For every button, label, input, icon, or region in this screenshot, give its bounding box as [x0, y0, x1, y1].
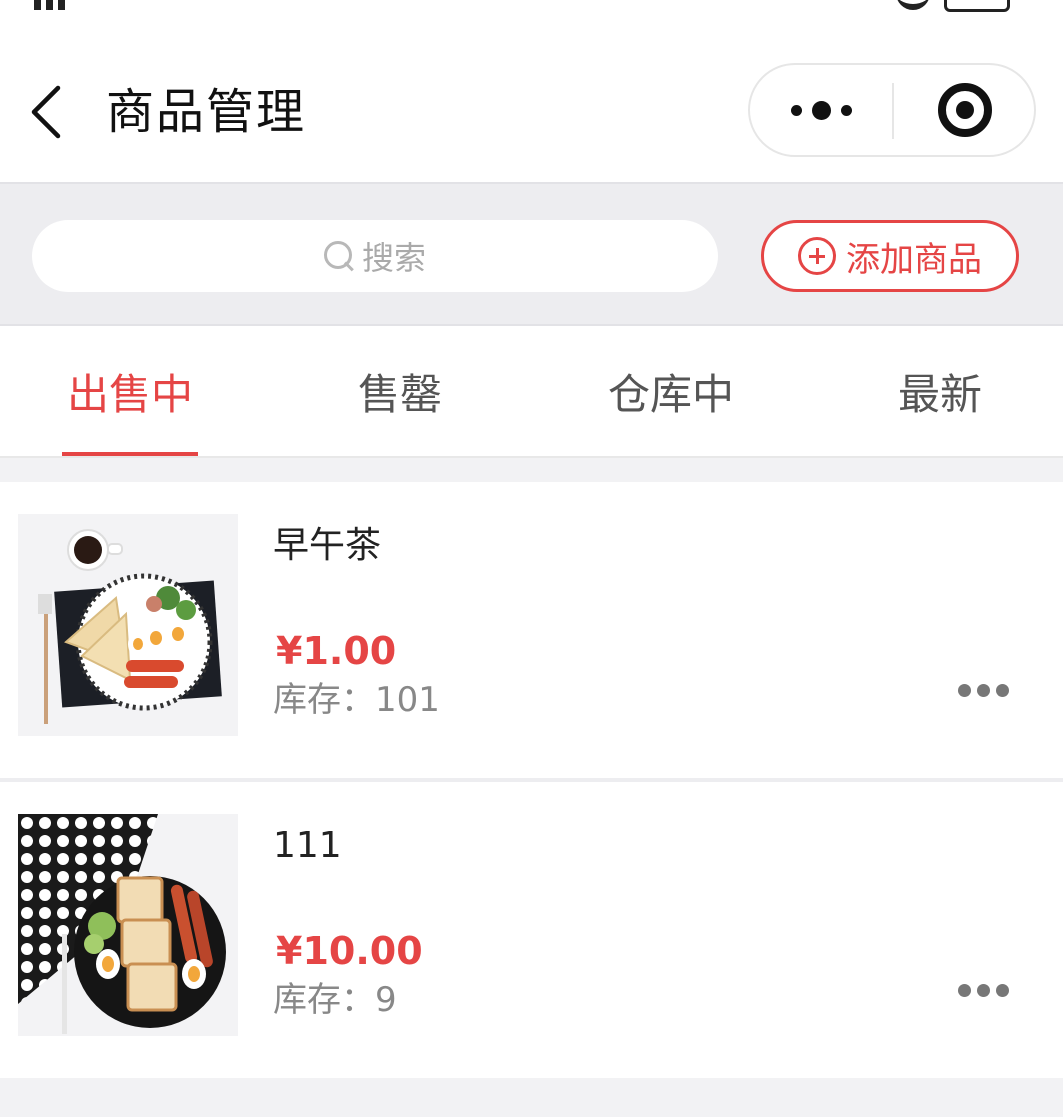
plus-circle-icon	[798, 237, 836, 275]
product-item[interactable]: 早午茶 ¥1.00 库存：101	[0, 482, 1063, 780]
tab-label: 仓库中	[607, 369, 734, 419]
tab-label: 出售中	[66, 369, 193, 419]
list-gap	[0, 458, 1063, 482]
product-image	[18, 514, 238, 736]
status-tabs: 出售中 售罄 仓库中 最新	[0, 326, 1063, 458]
signal-icon	[34, 0, 65, 10]
ellipsis-dot	[958, 683, 971, 697]
add-product-label: 添加商品	[846, 239, 982, 280]
product-stock: 库存：9	[273, 978, 397, 1022]
mini-program-capsule	[748, 63, 1036, 157]
product-image	[18, 814, 238, 1036]
search-input[interactable]: 搜索	[32, 220, 718, 292]
stock-value: 9	[375, 980, 397, 1020]
chevron-left-icon	[31, 85, 61, 139]
back-button[interactable]	[28, 84, 68, 140]
product-name: 111	[273, 825, 342, 866]
product-price: ¥10.00	[276, 929, 423, 973]
capsule-close-button[interactable]	[894, 65, 1036, 155]
product-stock: 库存：101	[273, 678, 440, 722]
ellipsis-icon[interactable]	[958, 680, 1010, 700]
add-product-button[interactable]: 添加商品	[761, 220, 1019, 292]
more-dots-icon-right	[840, 104, 852, 116]
status-bar	[0, 0, 1063, 14]
product-price: ¥1.00	[276, 629, 397, 673]
ellipsis-icon[interactable]	[958, 980, 1010, 1000]
ellipsis-dot	[958, 983, 971, 997]
tab-latest[interactable]: 最新	[880, 326, 1000, 456]
tab-in-warehouse[interactable]: 仓库中	[598, 326, 744, 456]
stock-value: 101	[375, 680, 440, 720]
stock-label: 库存：	[273, 680, 375, 720]
ellipsis-dot	[977, 983, 990, 997]
target-icon	[938, 83, 992, 137]
tab-label: 最新	[897, 369, 982, 419]
list-bottom-gap	[0, 1078, 1063, 1117]
battery-icon	[944, 0, 1010, 12]
search-icon	[323, 239, 356, 273]
ellipsis-dot	[996, 683, 1009, 697]
product-item[interactable]: 111 ¥10.00 库存：9	[0, 782, 1063, 1080]
product-name: 早午茶	[273, 525, 382, 566]
page-title: 商品管理	[106, 84, 307, 140]
capsule-more-button[interactable]	[750, 65, 892, 155]
ellipsis-dot	[977, 683, 990, 697]
search-placeholder: 搜索	[361, 239, 426, 277]
search-strip: 搜索 添加商品	[0, 182, 1063, 326]
target-icon-dot	[956, 101, 974, 119]
product-management-page: 商品管理 搜索 添加商品 出售中 售罄 仓库中 最新 早午茶 ¥1.00 库存：…	[0, 0, 1063, 1117]
active-tab-indicator	[62, 452, 198, 456]
tab-label: 售罄	[357, 369, 442, 419]
more-dots-icon-center	[811, 100, 831, 120]
tab-on-sale[interactable]: 出售中	[62, 326, 198, 456]
wifi-icon	[896, 0, 930, 10]
stock-label: 库存：	[273, 980, 375, 1020]
tab-sold-out[interactable]: 售罄	[340, 326, 460, 456]
nav-bar: 商品管理	[0, 40, 1063, 182]
more-dots-icon	[790, 104, 802, 116]
ellipsis-dot	[996, 983, 1009, 997]
